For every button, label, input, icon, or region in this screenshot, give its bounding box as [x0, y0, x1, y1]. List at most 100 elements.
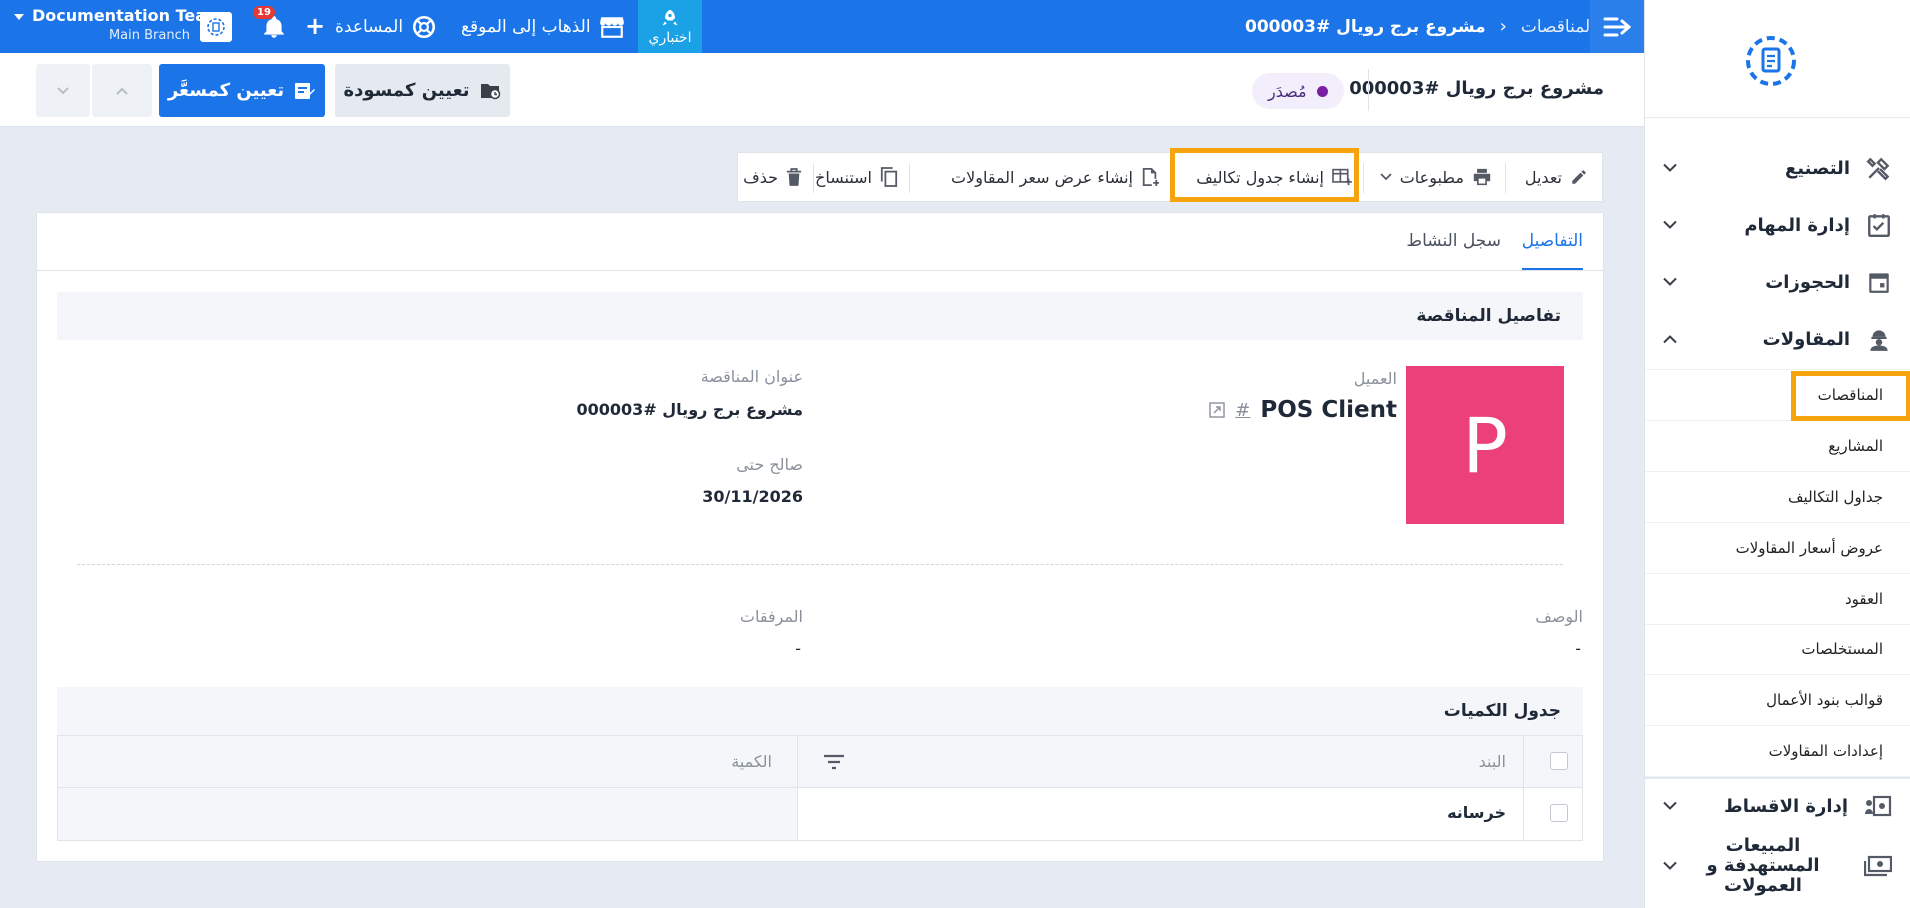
logo-divider	[1645, 117, 1910, 118]
attachments-label: المرفقات	[739, 607, 803, 626]
sidebar-subitem-work-templates[interactable]: قوالب بنود الأعمال	[1645, 675, 1910, 726]
tenders-highlight-frame	[1791, 371, 1910, 421]
breadcrumb: مشروع برج رويال #000003 › المناقصات	[1245, 0, 1595, 53]
sidebar-toggle-button[interactable]	[1590, 0, 1644, 53]
next-record-button[interactable]	[36, 64, 90, 117]
set-draft-button[interactable]: تعيين كمسودة	[335, 64, 510, 117]
sidebar-subitem-contracts[interactable]: العقود	[1645, 574, 1910, 625]
help-link[interactable]: المساعدة	[335, 0, 437, 53]
add-icon[interactable]: +	[305, 12, 325, 40]
team-switcher[interactable]: Documentation Team Main Branch	[10, 6, 223, 46]
delete-button[interactable]: حذف	[743, 153, 802, 201]
cost-sheet-highlight-frame	[1170, 148, 1359, 202]
tender-title-value: مشروع برج رويال #000003	[576, 400, 803, 419]
client-hash-link[interactable]: #	[1235, 400, 1250, 421]
printer-icon	[1473, 168, 1491, 186]
sidebar-item-label: المبيعات المستهدفة و العمولات	[1706, 835, 1820, 896]
external-link-icon[interactable]	[1209, 402, 1225, 418]
price-tag-icon	[295, 82, 316, 99]
company-logo-icon[interactable]	[200, 12, 232, 42]
sidebar-item-bookings[interactable]: الحجوزات	[1645, 254, 1892, 310]
client-avatar: P	[1406, 366, 1564, 524]
sidebar-subitem-settings[interactable]: إعدادات المقاولات	[1645, 726, 1910, 777]
chevron-down-icon	[1663, 163, 1677, 172]
prev-record-button[interactable]	[92, 64, 152, 117]
row-checkbox[interactable]	[1550, 804, 1568, 822]
page-header: مشروع برج رويال #000003 مُصدَر تعيين كمس…	[0, 53, 1644, 127]
goto-site-label: الذهاب إلى الموقع	[461, 16, 591, 37]
create-quote-button[interactable]: إنشاء عرض سعر المقاولات	[951, 153, 1159, 201]
top-bar: Documentation Team Main Branch 19 + المس…	[0, 0, 1644, 53]
sidebar-item-installments[interactable]: إدارة الاقساط	[1645, 778, 1892, 834]
tab-activity-log-label: سجل النشاط	[1406, 231, 1501, 251]
chevron-up-icon	[116, 87, 128, 95]
description-value: -	[1575, 639, 1581, 658]
goto-site-link[interactable]: الذهاب إلى الموقع	[461, 0, 625, 53]
sidebar-item-label: الحجوزات	[1765, 271, 1850, 293]
copy-button[interactable]: استنساخ	[815, 153, 898, 201]
tools-icon	[1866, 157, 1890, 181]
trial-label: اختباري	[648, 29, 692, 46]
sidebar-subitem-cost-sheets[interactable]: جداول التكاليف	[1645, 472, 1910, 523]
notifications-button[interactable]: 19	[253, 6, 291, 44]
set-draft-label: تعيين كمسودة	[343, 80, 470, 101]
logo-icon	[1746, 36, 1796, 86]
sidebar-item-contracting[interactable]: المقاولات	[1645, 311, 1892, 367]
tab-details[interactable]: التفاصيل	[1521, 231, 1583, 271]
store-icon	[599, 16, 624, 38]
subitem-label: إعدادات المقاولات	[1768, 742, 1883, 760]
app-logo[interactable]	[1741, 31, 1801, 91]
sidebar-item-label: المقاولات	[1762, 328, 1850, 350]
delete-label: حذف	[743, 167, 778, 187]
details-card: التفاصيل سجل النشاط تفاصيل المناقصة P ال…	[36, 212, 1604, 862]
sidebar-subitem-extracts[interactable]: المستخلصات	[1645, 624, 1910, 675]
lifebuoy-icon	[413, 15, 436, 38]
table-header-row: البند الكمية	[58, 736, 1582, 840]
chevron-down-icon	[1663, 801, 1677, 810]
subitem-label: المشاريع	[1828, 437, 1883, 455]
dashed-divider	[77, 564, 1563, 565]
status-badge-label: مُصدَر	[1268, 81, 1307, 101]
tab-activity-log[interactable]: سجل النشاط	[1406, 231, 1501, 271]
set-priced-button[interactable]: تعيين كمسعَّر	[159, 64, 325, 117]
col-item-header: البند	[1478, 752, 1506, 771]
filter-icon[interactable]	[823, 754, 845, 770]
client-name[interactable]: POS Client	[1260, 397, 1397, 423]
select-all-checkbox[interactable]	[1550, 752, 1568, 770]
subitem-label: جداول التكاليف	[1788, 488, 1883, 506]
subitem-label: عروض أسعار المقاولات	[1735, 539, 1883, 557]
copy-label: استنساخ	[815, 167, 872, 187]
branch-name: Main Branch	[108, 28, 190, 43]
client-label: العميل	[1353, 369, 1397, 388]
sidebar-item-tasks[interactable]: إدارة المهام	[1645, 197, 1892, 253]
sidebar-item-label: إدارة الاقساط	[1724, 795, 1848, 817]
team-name: Documentation Team	[32, 6, 223, 25]
chevron-down-icon	[1663, 277, 1677, 286]
chevron-down-icon	[57, 86, 69, 94]
toolbar-divider	[1505, 163, 1506, 193]
table-row[interactable]: خرسانه	[58, 788, 1582, 840]
attachments-value: -	[795, 639, 801, 658]
trial-button[interactable]: اختباري	[638, 0, 702, 53]
chevron-down-icon	[1380, 173, 1392, 181]
client-name-row: # POS Client	[1209, 397, 1397, 423]
client-avatar-letter: P	[1462, 400, 1508, 490]
pencil-icon	[1572, 170, 1586, 184]
chevron-left-icon: ›	[1499, 16, 1507, 37]
sidebar-subitem-quotes[interactable]: عروض أسعار المقاولات	[1645, 523, 1910, 574]
sidebar-item-targets-commissions[interactable]: المبيعات المستهدفة و العمولات	[1645, 836, 1892, 896]
prints-dropdown[interactable]: مطبوعات	[1380, 153, 1492, 201]
sidebar-item-manufacturing[interactable]: التصنيع	[1645, 140, 1892, 196]
task-icon	[1868, 214, 1890, 238]
subitem-label: المستخلصات	[1801, 640, 1883, 658]
breadcrumb-parent[interactable]: المناقصات	[1521, 17, 1595, 37]
subitem-label: العقود	[1845, 590, 1883, 608]
notification-count-badge: 19	[253, 6, 275, 19]
quantities-section-header: جدول الكميات	[57, 687, 1583, 735]
sidebar: التصنيع إدارة المهام الحجوزات المقاولات …	[1644, 0, 1910, 908]
sidebar-subitem-projects[interactable]: المشاريع	[1645, 421, 1910, 472]
subitem-label: قوالب بنود الأعمال	[1766, 691, 1883, 709]
edit-label: تعديل	[1524, 167, 1562, 187]
edit-button[interactable]: تعديل	[1525, 153, 1588, 201]
copy-icon	[880, 167, 898, 187]
